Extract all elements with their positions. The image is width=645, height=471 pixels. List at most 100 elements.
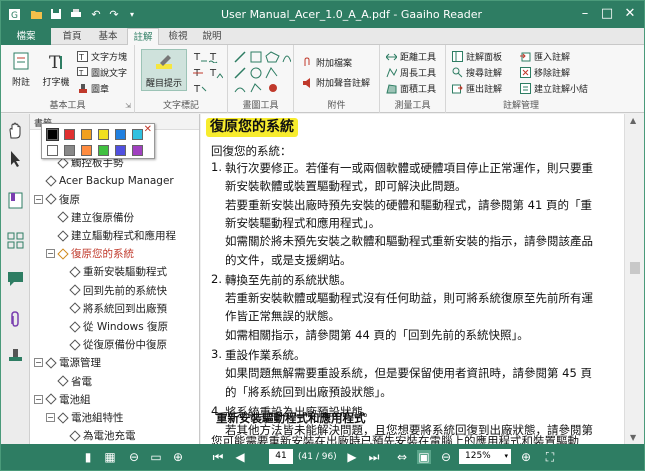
zoom-out-icon[interactable]: ⊖ [439,450,453,464]
color-swatch[interactable] [132,129,143,140]
tree-toggle-icon[interactable]: − [46,413,55,422]
attach-sound-button[interactable]: 附加聲音註解 [302,75,370,90]
attach-file-button[interactable]: 附加檔案 [302,55,352,70]
vertical-scrollbar[interactable]: ▲ ▼ [624,114,644,444]
bookmark-item[interactable]: 為電池充電 [58,427,136,444]
drawing-tools-icons[interactable] [233,50,291,94]
close-icon[interactable]: ✕ [623,6,637,21]
fit-page-icon[interactable]: ▣ [417,450,431,464]
export-comment-button[interactable]: 匯出註解 [452,81,502,96]
bookmark-item[interactable]: 從復原備份中復原 [58,336,167,353]
bookmark-item[interactable]: 省電 [46,373,92,390]
import-comment-button[interactable]: 匯入註解 [520,49,570,64]
maximize-icon[interactable]: □ [600,6,614,21]
rotate-icon[interactable]: ⊕ [171,450,185,464]
callout-button[interactable]: T 圖說文字 [77,65,127,80]
comment-summary-button[interactable]: 建立註解小結 [520,81,588,96]
tab-view[interactable]: 檢視 [163,28,193,45]
bookmark-item[interactable]: − 電池組特性 [46,409,124,426]
page-number-input[interactable]: 41 [269,449,293,464]
bookmark-item[interactable]: − 復原 [34,191,80,208]
scroll-down-icon[interactable]: ▼ [630,433,636,442]
scroll-thumb[interactable] [630,262,640,274]
color-swatch[interactable] [115,145,126,156]
prev-page-icon[interactable]: ◀ [233,450,247,464]
search-comment-button[interactable]: 搜尋註解 [452,65,502,80]
tree-toggle-icon[interactable]: − [46,249,55,259]
scroll-up-icon[interactable]: ▲ [630,116,636,125]
bookmark-item[interactable]: 從 Windows 復原 [58,318,168,335]
color-swatch[interactable] [64,129,75,140]
save-icon[interactable] [49,7,63,21]
zoom-out-small-icon[interactable]: ⊖ [127,450,141,464]
bookmark-item[interactable]: Acer Backup Manager [34,172,174,189]
color-swatch[interactable] [81,129,92,140]
distance-tool-button[interactable]: 距離工具 [386,49,436,64]
full-screen-icon[interactable]: ⛶ [543,450,557,464]
single-page-icon[interactable]: ▮ [81,450,95,464]
comments-panel-icon[interactable] [7,270,24,287]
perimeter-tool-button[interactable]: 周長工具 [386,65,436,80]
palette-close-icon[interactable]: ✕ [144,124,152,135]
comment-panel-button[interactable]: 註解面板 [452,49,502,64]
thumbnails-icon[interactable] [7,232,24,249]
color-swatch[interactable] [98,145,109,156]
color-swatch[interactable] [98,129,109,140]
bookmark-item[interactable]: − 電池組 [34,391,91,408]
tab-comment[interactable]: 註解 [127,28,159,45]
next-page-icon[interactable]: ▶ [345,450,359,464]
zoom-level-select[interactable]: 125% ▾ [459,449,511,464]
tab-help[interactable]: 說明 [197,28,227,45]
bookmark-panel-icon[interactable] [7,192,24,209]
underline-text-button[interactable]: T [193,49,207,64]
tab-basic[interactable]: 基本 [93,28,123,45]
first-page-icon[interactable]: ⏮ [211,450,225,464]
squiggly-text-button[interactable]: T [209,49,223,64]
bookmark-item[interactable]: 回到先前的系統快 [58,282,167,299]
bookmark-item[interactable]: 將系統回到出廠預 [58,300,167,317]
remove-comment-button[interactable]: 移除註解 [520,65,570,80]
insert-text-button[interactable]: T [209,65,223,80]
bookmark-item[interactable]: 建立復原備份 [46,209,134,226]
minimize-icon[interactable]: – [578,6,592,21]
fit-icon[interactable]: ▭ [149,450,163,464]
stamp-button[interactable]: 圖章 [77,81,109,96]
open-folder-icon[interactable] [29,7,43,21]
select-arrow-icon[interactable] [7,150,24,167]
zoom-in-icon[interactable]: ⊕ [519,450,533,464]
quick-access-dropdown-icon[interactable]: ▾ [125,7,139,21]
replace-text-button[interactable]: T [193,81,207,96]
typewriter-button[interactable]: T 打字機 [39,49,73,93]
color-swatch[interactable] [132,145,143,156]
print-icon[interactable] [69,7,83,21]
bookmark-item[interactable]: 重新安裝驅動程式 [58,263,167,280]
tree-toggle-icon[interactable]: − [34,358,43,368]
area-tool-button[interactable]: 面積工具 [386,81,436,96]
bookmark-item[interactable]: 建立驅動程式和應用程 [46,227,176,244]
fit-width-icon[interactable]: ⇔ [395,450,409,464]
color-swatch[interactable] [64,145,75,156]
hand-tool-icon[interactable] [7,122,24,139]
group-expand-icon[interactable]: ⇲ [125,102,131,110]
note-button[interactable]: 附註 [4,49,38,93]
attachments-panel-icon[interactable] [7,310,24,327]
tab-home[interactable]: 首頁 [57,28,87,45]
signature-panel-icon[interactable] [7,346,24,363]
tree-toggle-icon[interactable]: − [34,194,43,204]
trailing-text: 您可能需要重新安裝在出廠時已預先安裝在電腦上的應用程式和裝置驅動 [211,434,579,444]
highlight-button[interactable]: 醒目提示 [141,49,187,91]
bookmark-item[interactable]: − 復原您的系統 [46,245,134,262]
last-page-icon[interactable]: ⏭ [367,450,381,464]
color-swatch[interactable] [115,129,126,140]
color-swatch[interactable] [81,145,92,156]
tab-file[interactable]: 檔案 [1,28,51,45]
strikeout-text-button[interactable]: T [193,65,207,80]
textbox-button[interactable]: T 文字方塊 [77,49,127,64]
tree-toggle-icon[interactable]: − [34,394,43,404]
redo-icon[interactable]: ↷ [107,7,121,21]
undo-icon[interactable]: ↶ [89,7,103,21]
color-swatch[interactable] [46,128,59,141]
continuous-page-icon[interactable]: ▦ [103,450,117,464]
color-swatch[interactable] [47,145,58,156]
bookmark-item[interactable]: − 電源管理 [34,354,101,371]
